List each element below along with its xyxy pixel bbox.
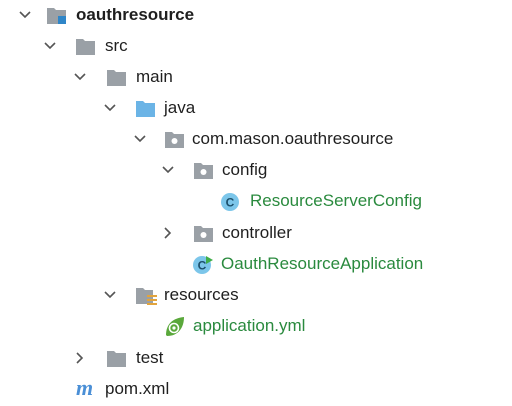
java-class-icon: C [220,192,240,212]
chevron-down-icon[interactable] [102,287,118,303]
spring-boot-class-icon: C [192,255,213,275]
chevron-down-icon[interactable] [42,38,58,54]
tree-item-pom-xml[interactable]: m pom.xml [0,374,512,405]
tree-item-label: pom.xml [105,379,170,398]
folder-icon [106,349,126,369]
tree-item-test[interactable]: test [0,343,512,374]
tree-item-application-yml[interactable]: application.yml [0,311,512,342]
source-root-folder-icon [135,99,155,119]
tree-item-src[interactable]: src [0,31,512,62]
tree-item-label: src [105,36,128,55]
tree-item-label: config [222,160,268,179]
tree-item-config[interactable]: config [0,155,512,186]
tree-item-package[interactable]: com.mason.oauthresource [0,124,512,155]
tree-item-label: oauthresource [76,5,195,24]
tree-item-oauthresource[interactable]: oauthresource [0,0,512,31]
spring-config-icon [163,315,184,336]
chevron-down-icon[interactable] [160,162,176,178]
package-icon [193,161,213,181]
package-icon [193,224,213,244]
chevron-right-icon[interactable] [72,350,88,366]
tree-item-oauth-resource-application[interactable]: C OauthResourceApplication [0,249,512,280]
tree-item-label: java [164,98,196,117]
maven-icon: m [76,377,96,399]
package-icon [164,130,184,150]
tree-item-resources[interactable]: resources [0,280,512,311]
tree-item-label: com.mason.oauthresource [192,129,394,148]
tree-item-label: resources [164,285,239,304]
chevron-down-icon[interactable] [17,7,33,23]
folder-icon [75,37,95,57]
chevron-right-icon[interactable] [160,225,176,241]
tree-item-controller[interactable]: controller [0,218,512,249]
tree-item-label: ResourceServerConfig [250,191,422,210]
tree-item-label: main [136,67,173,86]
chevron-down-icon[interactable] [102,100,118,116]
tree-item-resource-server-config[interactable]: C ResourceServerConfig [0,186,512,217]
tree-item-java[interactable]: java [0,93,512,124]
tree-item-label: test [136,348,164,367]
chevron-down-icon[interactable] [132,131,148,147]
tree-item-label: application.yml [193,316,306,335]
folder-icon [106,68,126,88]
module-folder-icon [46,6,66,26]
svg-text:m: m [76,377,93,399]
svg-text:C: C [198,259,207,273]
resources-folder-icon [135,286,157,306]
tree-item-label: controller [222,223,292,242]
tree-item-label: OauthResourceApplication [221,254,424,273]
tree-item-main[interactable]: main [0,62,512,93]
chevron-down-icon[interactable] [72,69,88,85]
svg-text:C: C [226,196,235,210]
